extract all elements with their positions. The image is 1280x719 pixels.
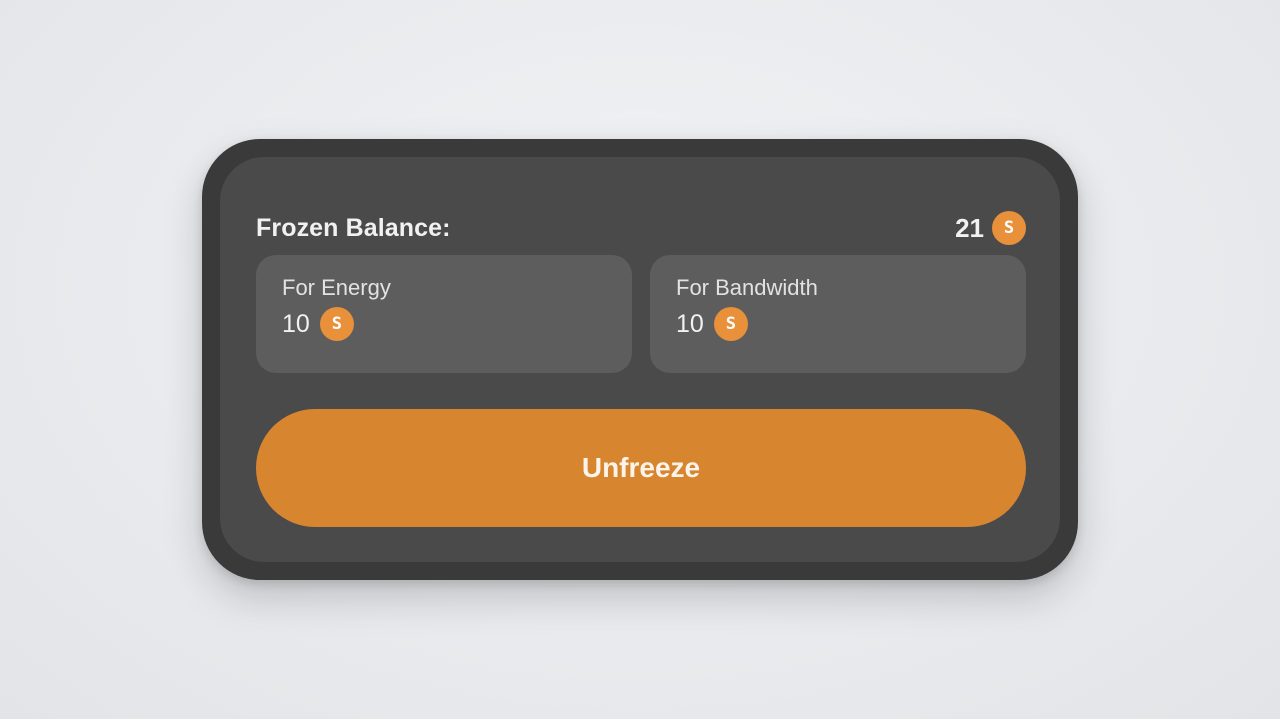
- coin-icon: S: [992, 211, 1026, 245]
- coin-icon: S: [319, 307, 354, 341]
- bandwidth-card: For Bandwidth 10 S: [650, 255, 1026, 373]
- unfreeze-button[interactable]: Unfreeze: [256, 409, 1026, 527]
- energy-value: 10 S: [282, 307, 354, 341]
- energy-label: For Energy: [282, 275, 391, 300]
- energy-card: For Energy 10 S: [256, 255, 632, 373]
- energy-amount: 10: [282, 309, 310, 338]
- bandwidth-value: 10 S: [676, 307, 748, 341]
- frozen-balance-total: 21 S: [955, 211, 1026, 245]
- bandwidth-amount: 10: [676, 309, 704, 338]
- coin-icon: S: [713, 307, 748, 341]
- frozen-balance-amount: 21: [955, 212, 984, 243]
- balance-header: Frozen Balance: 21 S: [256, 211, 1026, 245]
- phone-frame: Frozen Balance: 21 S For Energy 10 S For…: [202, 139, 1078, 580]
- frozen-balance-panel: Frozen Balance: 21 S For Energy 10 S For…: [220, 157, 1060, 562]
- frozen-balance-title: Frozen Balance:: [256, 213, 451, 242]
- bandwidth-label: For Bandwidth: [676, 275, 818, 300]
